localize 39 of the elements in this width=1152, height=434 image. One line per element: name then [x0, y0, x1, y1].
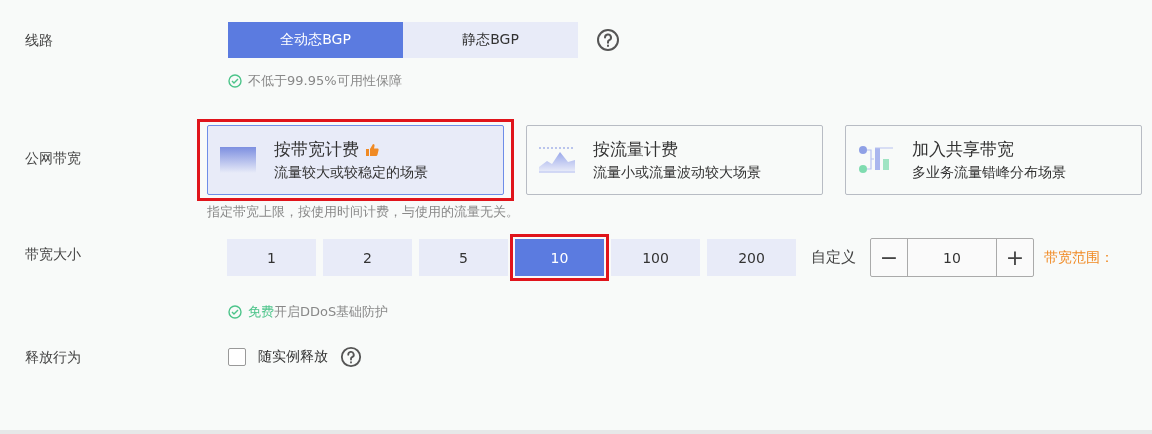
size-option[interactable]: 2	[323, 239, 412, 276]
field-label: 带宽大小	[24, 245, 82, 264]
card-subtitle: 流量较大或较稳定的场景	[274, 164, 428, 182]
billing-card[interactable]: 按带宽计费 流量较大或较稳定的场景	[207, 125, 504, 195]
ddos-note: 免费开启DDoS基础防护	[248, 303, 389, 321]
size-option[interactable]: 1	[227, 239, 316, 276]
help-icon[interactable]	[340, 346, 362, 368]
gradient-block-icon	[220, 147, 256, 173]
number-stepper[interactable]: − 10 +	[870, 238, 1034, 277]
help-icon[interactable]	[596, 28, 620, 52]
card-subtitle: 多业务流量错峰分布场景	[912, 164, 1066, 182]
plus-button[interactable]: +	[997, 239, 1033, 276]
area-wave-icon	[539, 147, 575, 173]
line-option[interactable]: 全动态BGP	[228, 22, 403, 58]
checkbox-label[interactable]: 随实例释放	[258, 348, 328, 366]
size-option[interactable]: 100	[611, 239, 700, 276]
field-label: 线路	[24, 31, 54, 50]
custom-label: 自定义	[811, 248, 856, 267]
field-label: 释放行为	[24, 348, 82, 367]
billing-card[interactable]: 加入共享带宽 多业务流量错峰分布场景	[845, 125, 1142, 195]
availability-note: 不低于99.95%可用性保障	[248, 72, 402, 90]
size-option[interactable]: 5	[419, 239, 508, 276]
field-label: 公网带宽	[24, 149, 82, 168]
line-option[interactable]: 静态BGP	[403, 22, 578, 58]
card-title: 按带宽计费	[274, 138, 359, 161]
check-circle-icon	[228, 305, 242, 319]
shared-flow-icon	[858, 145, 894, 175]
card-subtitle: 流量小或流量波动较大场景	[593, 164, 761, 182]
size-option[interactable]: 10	[515, 239, 604, 276]
range-label: 带宽范围：	[1044, 248, 1114, 267]
billing-card[interactable]: 按流量计费 流量小或流量波动较大场景	[526, 125, 823, 195]
stepper-value[interactable]: 10	[907, 239, 997, 276]
card-title: 加入共享带宽	[912, 138, 1014, 161]
minus-button[interactable]: −	[871, 239, 907, 276]
billing-note: 指定带宽上限，按使用时间计费，与使用的流量无关。	[207, 203, 519, 221]
card-title: 按流量计费	[593, 138, 678, 161]
checkbox[interactable]	[228, 348, 246, 366]
size-option[interactable]: 200	[707, 239, 796, 276]
check-circle-icon	[228, 74, 242, 88]
